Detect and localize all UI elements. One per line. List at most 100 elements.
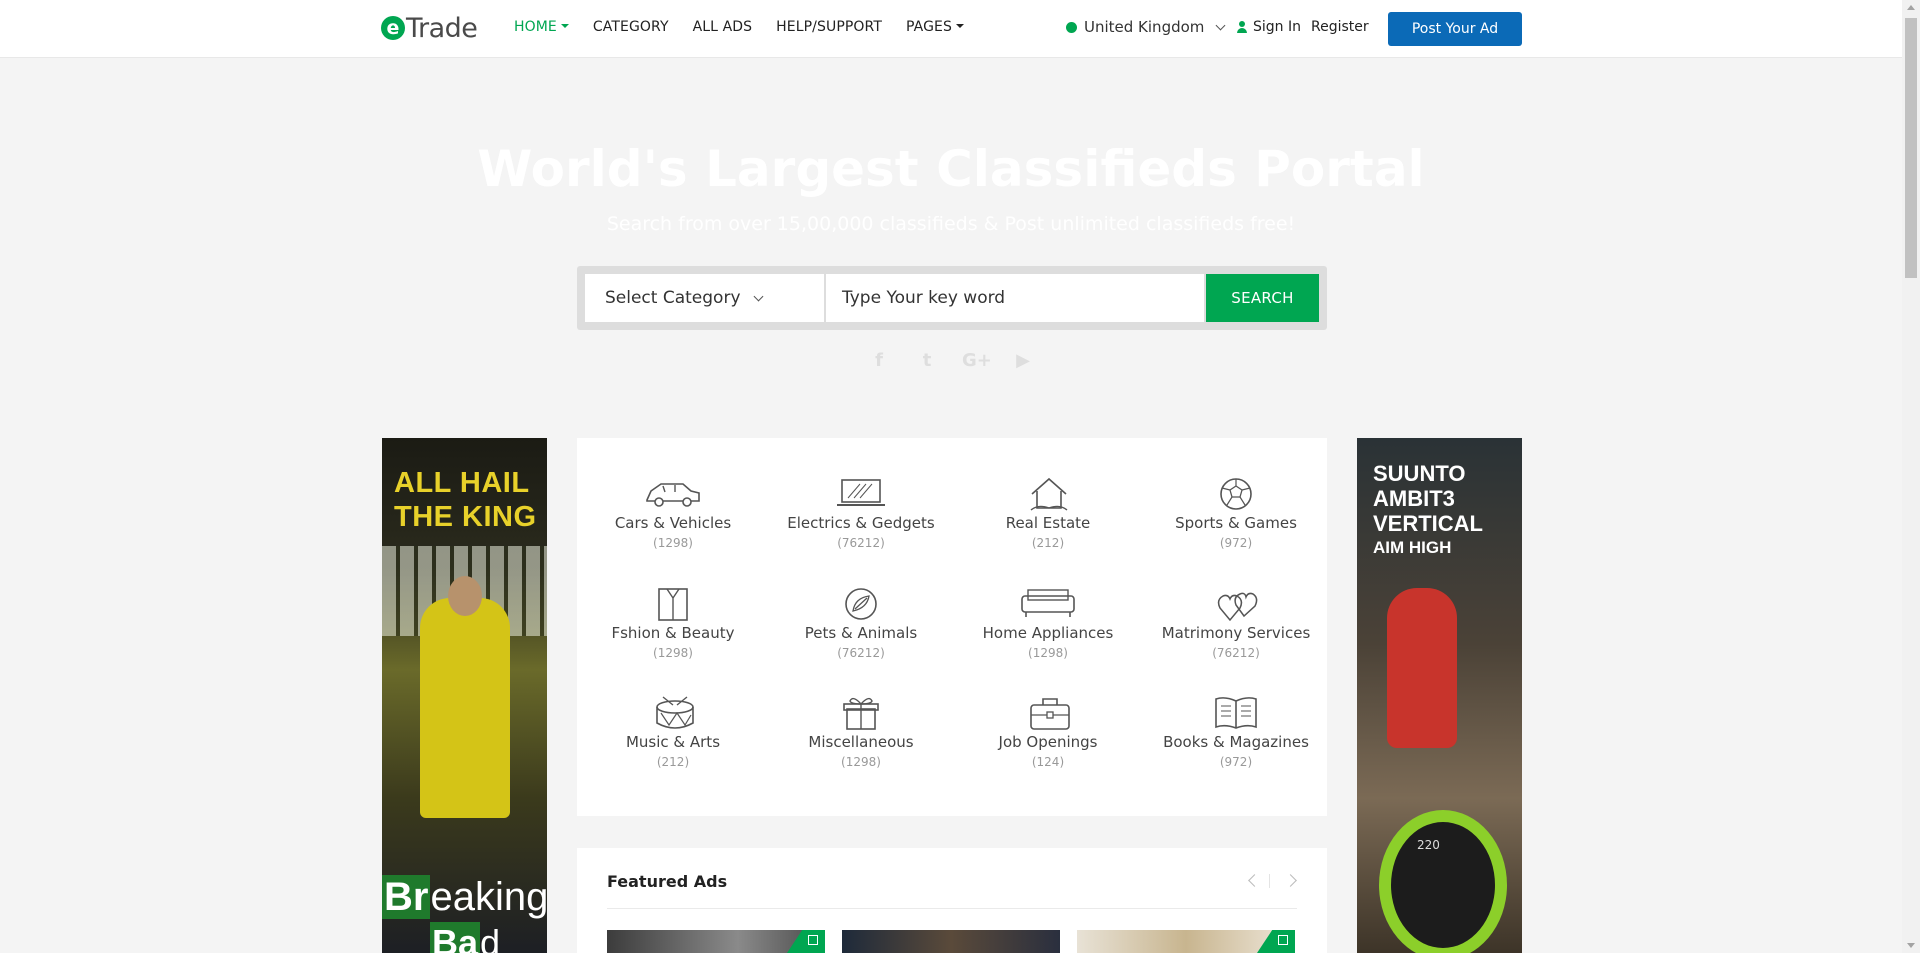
ad-headline: SUUNTO AMBIT3 VERTICAL: [1373, 461, 1483, 536]
ad-brand-line-2: Bad: [430, 922, 500, 953]
site-header: e Trade HOME CATEGORY ALL ADS HELP/SUPPO…: [0, 0, 1902, 58]
hearts-icon: [1216, 586, 1258, 622]
nav-category[interactable]: CATEGORY: [593, 19, 669, 35]
nav-pages[interactable]: PAGES: [906, 19, 964, 35]
scroll-up-icon[interactable]: [1907, 5, 1915, 10]
ad-tagline: AIM HIGH: [1373, 538, 1452, 557]
category-count: (212): [656, 755, 690, 769]
globe-icon: [1066, 21, 1077, 33]
social-links: f t G+ ▶: [866, 350, 1036, 371]
featured-ad-card[interactable]: [842, 930, 1060, 953]
ad-line-3: VERTICAL: [1373, 511, 1483, 536]
category-count: (1298): [841, 755, 881, 769]
facebook-icon[interactable]: f: [866, 350, 892, 371]
category-item[interactable]: Electrics & Gedgets (76212): [767, 476, 955, 550]
category-item[interactable]: Matrimony Services (76212): [1142, 586, 1330, 660]
ad-figure-head: [448, 576, 482, 616]
category-name: Cars & Vehicles: [614, 514, 732, 532]
category-count: (1298): [653, 536, 693, 550]
category-count: (76212): [837, 646, 885, 660]
category-select[interactable]: Select Category: [585, 274, 825, 322]
category-item[interactable]: Sports & Games (972): [1142, 476, 1330, 550]
nav-home[interactable]: HOME: [514, 19, 569, 35]
category-name: Job Openings: [998, 733, 1098, 751]
book-icon: [1215, 695, 1257, 729]
category-count: (1298): [1028, 646, 1068, 660]
category-item[interactable]: Job Openings (124): [954, 695, 1142, 769]
category-name: Matrimony Services: [1161, 624, 1311, 642]
nav-all-ads[interactable]: ALL ADS: [693, 19, 753, 35]
category-name: Sports & Games: [1175, 514, 1297, 532]
youtube-icon[interactable]: ▶: [1010, 350, 1036, 371]
nav-help-support[interactable]: HELP/SUPPORT: [776, 19, 882, 35]
chevron-down-icon: [1215, 20, 1226, 30]
logo-text: Trade: [406, 12, 478, 44]
google-plus-icon[interactable]: G+: [962, 350, 992, 371]
ad-line-2: AMBIT3: [1373, 486, 1455, 511]
scroll-thumb[interactable]: [1905, 18, 1917, 278]
pet-icon: [841, 586, 881, 620]
category-item[interactable]: Music & Arts (212): [579, 695, 767, 769]
ad-line-2: THE KING: [394, 501, 537, 533]
verified-badge-icon: [787, 930, 825, 953]
signin-label: Sign In: [1253, 19, 1301, 35]
ad-watch: [1379, 810, 1507, 953]
featured-ads-title: Featured Ads: [607, 872, 728, 891]
category-name: Books & Magazines: [1163, 733, 1309, 751]
category-count: (76212): [837, 536, 885, 550]
shirt-icon: [653, 586, 693, 621]
car-icon: [646, 476, 700, 510]
ad-line-1: ALL HAIL: [394, 467, 530, 499]
ad-line-1: SUUNTO: [1373, 461, 1466, 486]
category-item[interactable]: Home Appliances (1298): [954, 586, 1142, 660]
category-count: (124): [1031, 755, 1065, 769]
category-name: Pets & Animals: [804, 624, 918, 642]
category-select-label: Select Category: [605, 288, 741, 308]
site-logo[interactable]: e Trade: [381, 12, 478, 44]
search-bar: Select Category Type Your key word SEARC…: [577, 266, 1327, 330]
carousel-next-icon[interactable]: [1284, 874, 1297, 887]
category-item[interactable]: Pets & Animals (76212): [767, 586, 955, 660]
laptop-icon: [837, 476, 885, 510]
category-count: (212): [1031, 536, 1065, 550]
post-ad-button[interactable]: Post Your Ad: [1388, 12, 1522, 46]
keyword-input[interactable]: Type Your key word: [826, 274, 1204, 322]
category-item[interactable]: Fshion & Beauty (1298): [579, 586, 767, 660]
signin-link[interactable]: Sign In: [1237, 19, 1301, 35]
country-selector[interactable]: United Kingdom: [1066, 18, 1226, 36]
register-link[interactable]: Register: [1311, 19, 1369, 35]
user-icon: [1237, 21, 1247, 33]
scroll-down-icon[interactable]: [1907, 943, 1915, 948]
carousel-divider: [1269, 874, 1270, 888]
featured-ad-card[interactable]: [1077, 930, 1295, 953]
main-nav: HOME CATEGORY ALL ADS HELP/SUPPORT PAGES: [514, 19, 988, 35]
hero-subtitle: Search from over 15,00,000 classifieds &…: [606, 213, 1296, 235]
category-count: (972): [1219, 755, 1253, 769]
ad-watch-readout: 220: [1417, 838, 1440, 852]
category-item[interactable]: Books & Magazines (972): [1142, 695, 1330, 769]
twitter-icon[interactable]: t: [914, 350, 940, 371]
hero-title: World's Largest Classifieds Portal: [477, 140, 1425, 198]
featured-divider: [607, 908, 1297, 909]
category-item[interactable]: Cars & Vehicles (1298): [579, 476, 767, 550]
search-button[interactable]: SEARCH: [1206, 274, 1319, 322]
category-item[interactable]: Real Estate (212): [954, 476, 1142, 550]
category-item[interactable]: Miscellaneous (1298): [767, 695, 955, 769]
page-scrollbar[interactable]: [1902, 0, 1920, 953]
category-name: Electrics & Gedgets: [787, 514, 935, 532]
briefcase-icon: [1028, 695, 1070, 730]
ad-headline: ALL HAIL THE KING: [394, 466, 537, 534]
house-icon: [1028, 476, 1068, 511]
ad-brand-line-1: Breaking: [382, 875, 547, 919]
football-icon: [1216, 476, 1256, 510]
category-count: (1298): [653, 646, 693, 660]
featured-ad-card[interactable]: [607, 930, 825, 953]
sofa-icon: [1021, 586, 1075, 620]
gift-icon: [841, 695, 881, 730]
carousel-prev-icon[interactable]: [1248, 874, 1261, 887]
category-name: Miscellaneous: [808, 733, 914, 751]
left-banner-ad[interactable]: ALL HAIL THE KING Breaking Bad: [382, 438, 547, 953]
chevron-down-icon: [753, 291, 763, 301]
right-banner-ad[interactable]: SUUNTO AMBIT3 VERTICAL AIM HIGH 220: [1357, 438, 1522, 953]
logo-mark: e: [381, 16, 405, 40]
